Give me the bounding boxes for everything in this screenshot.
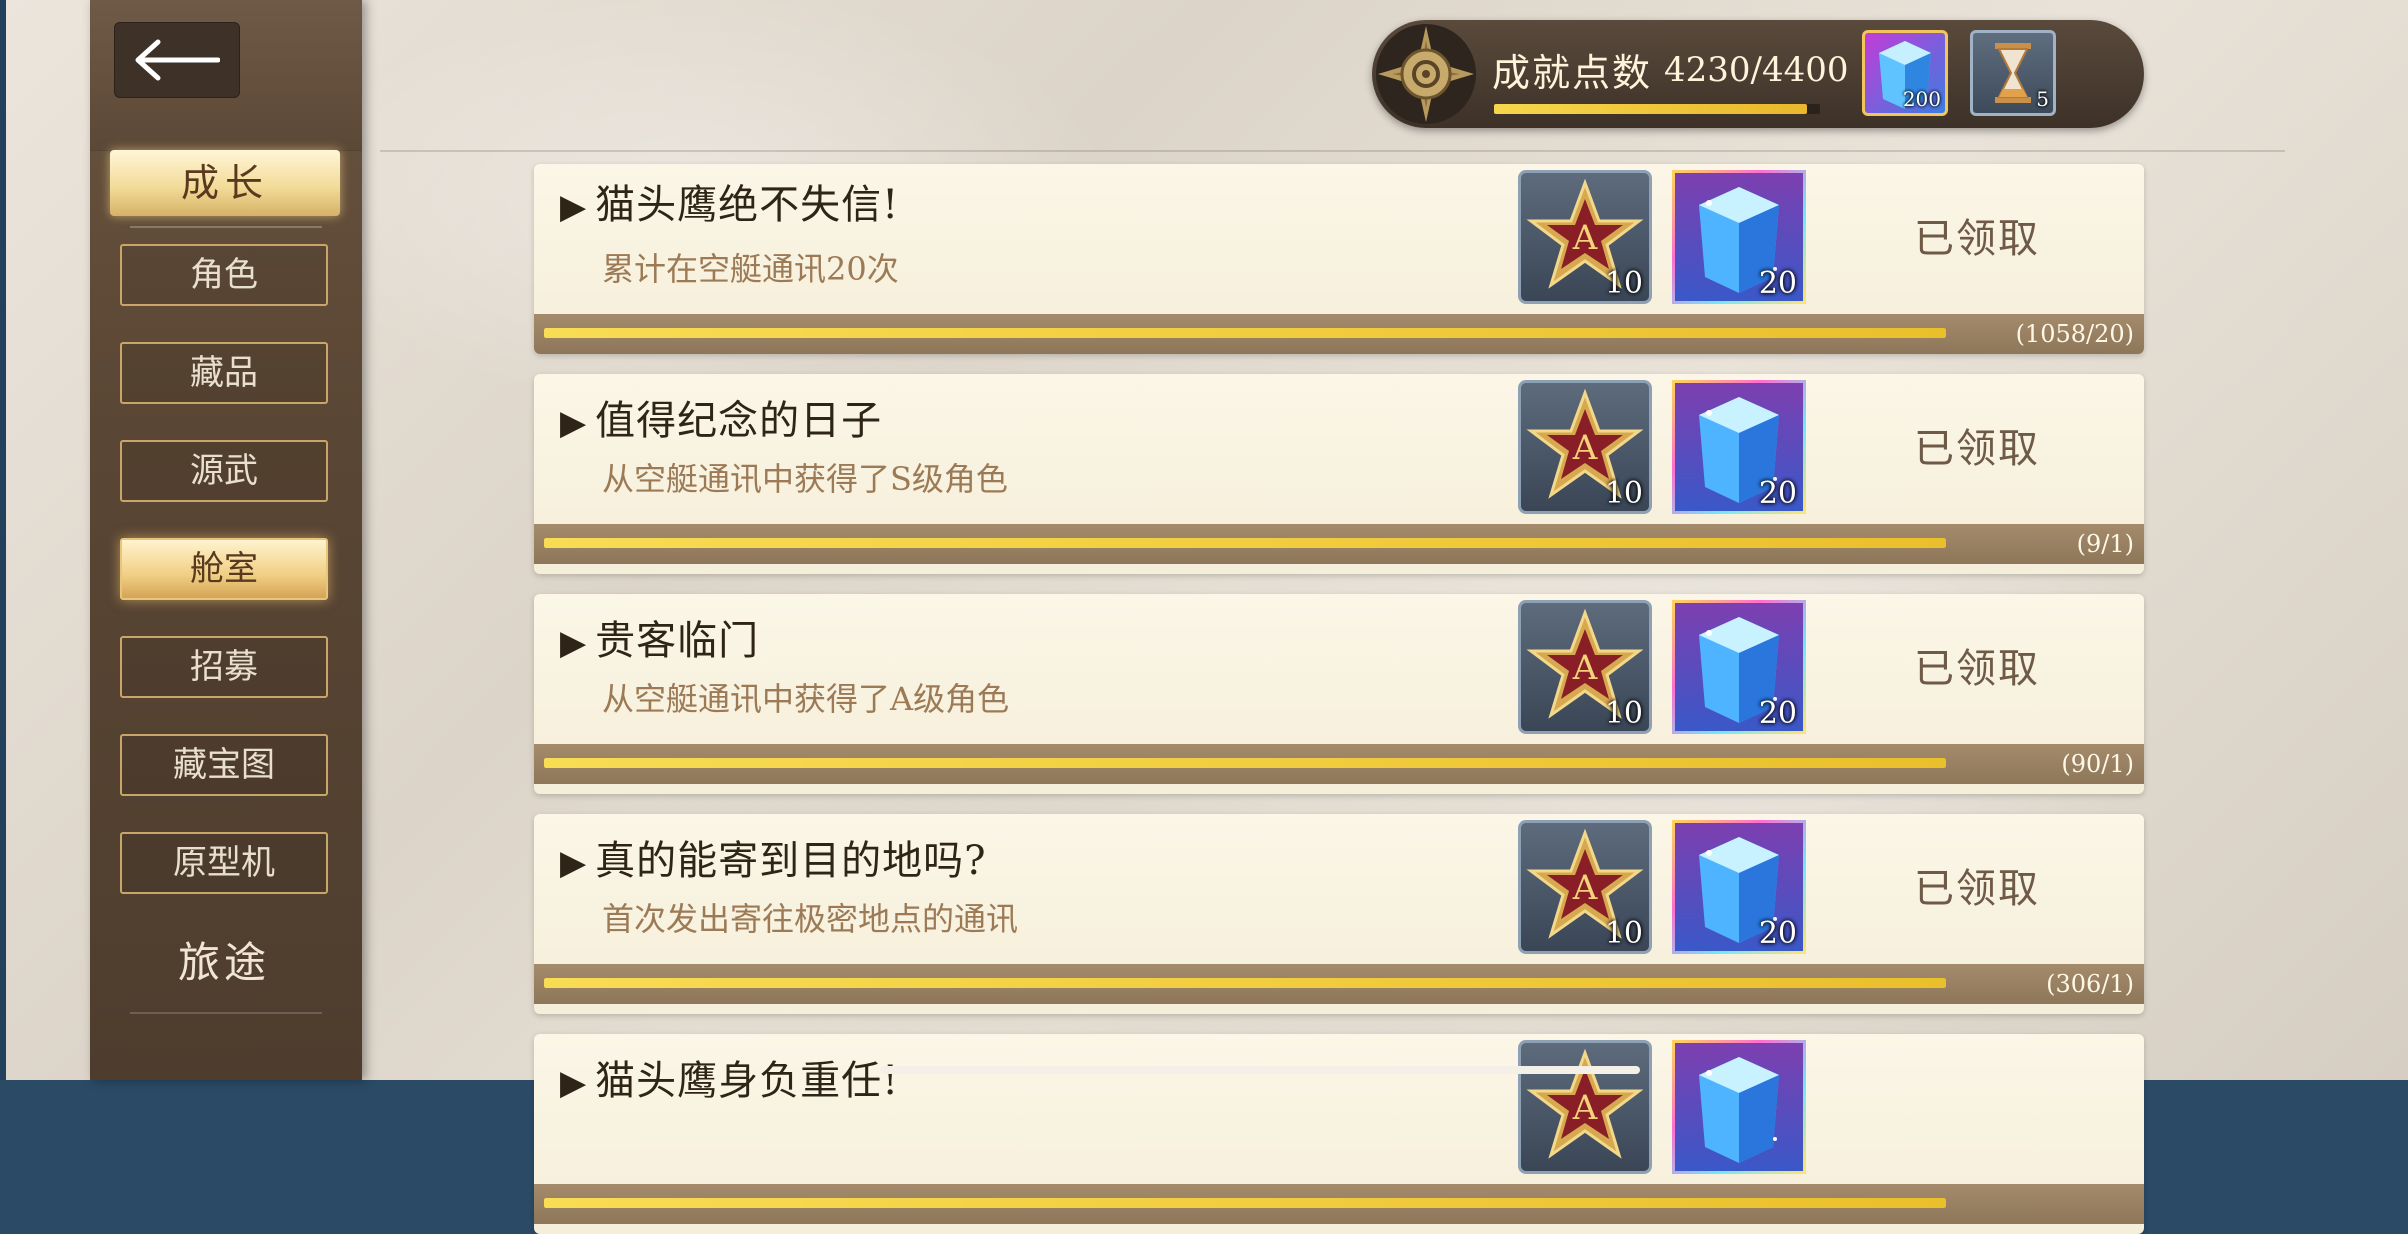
progress-text: (1058/20) [2015, 320, 2134, 348]
achievement-progress-bar: (1058/20) [534, 314, 2144, 354]
achievement-description: 从空艇通讯中获得了A级角色 [602, 680, 1010, 718]
progress-track [544, 978, 1946, 988]
hourglass-currency[interactable]: 5 [1970, 30, 2056, 116]
expand-triangle-icon: ▶ [560, 1063, 588, 1103]
sidebar-header [90, 0, 362, 151]
progress-text: (9/1) [2076, 530, 2134, 558]
progress-track [544, 758, 1946, 768]
achievement-title[interactable]: ▶ 真的能寄到目的地吗? [560, 828, 987, 886]
crystal-reward-amount: 20 [1758, 476, 1797, 511]
achievement-title-text: 值得纪念的日子 [595, 398, 883, 444]
achievement-title[interactable]: ▶ 贵客临门 [560, 608, 759, 666]
achievement-progress-bar: (90/1) [534, 744, 2144, 784]
claimed-status: 已领取 [1914, 426, 2040, 472]
a-rank-star-icon: A [1526, 1048, 1644, 1159]
achievement-progress-bar: (306/1) [534, 964, 2144, 1004]
progress-fill [544, 328, 1946, 338]
star-reward-amount: 10 [1604, 266, 1643, 301]
crystal-reward[interactable]: 20 [1672, 380, 1806, 514]
star-reward-amount: 10 [1604, 696, 1643, 731]
crystal-reward[interactable]: 20 [1672, 170, 1806, 304]
achievement-title-text: 真的能寄到目的地吗? [595, 838, 987, 884]
progress-text: (90/1) [2061, 750, 2134, 778]
points-progress-track [1494, 104, 1820, 114]
progress-fill [544, 538, 1946, 548]
hourglass-count: 5 [2036, 87, 2049, 111]
achievement-card: ▶ 猫头鹰绝不失信! 累计在空艇通讯20次 A 10 20 已领取 (1058/2… [534, 164, 2144, 354]
claimed-status: 已领取 [1914, 216, 2040, 262]
sidebar-item-treasure-map[interactable]: 藏宝图 [120, 734, 328, 796]
progress-fill [544, 1198, 1946, 1208]
achievement-title-text: 猫头鹰身负重任! [595, 1058, 900, 1104]
sidebar-item-recruit[interactable]: 招募 [120, 636, 328, 698]
achievement-card: ▶ 值得纪念的日子 从空艇通讯中获得了S级角色 A 10 20 已领取 (9/1) [534, 374, 2144, 574]
expand-triangle-icon: ▶ [560, 403, 588, 443]
expand-triangle-icon: ▶ [560, 623, 588, 663]
expand-triangle-icon: ▶ [560, 843, 588, 883]
achievement-title[interactable]: ▶ 猫头鹰身负重任! [560, 1048, 899, 1106]
achievement-progress-bar [534, 1184, 2144, 1224]
achievement-medal-icon [1374, 22, 1478, 126]
crystal-reward-amount: 20 [1758, 916, 1797, 951]
sidebar-item-collection[interactable]: 藏品 [120, 342, 328, 404]
achievement-title[interactable]: ▶ 值得纪念的日子 [560, 388, 882, 446]
svg-text:A: A [1572, 428, 1598, 468]
sidebar-item-prototype[interactable]: 原型机 [120, 832, 328, 894]
achievement-description: 从空艇通讯中获得了S级角色 [602, 460, 1008, 498]
star-reward-amount: 10 [1604, 476, 1643, 511]
expand-triangle-icon: ▶ [560, 187, 588, 227]
crystal-reward-amount: 20 [1758, 266, 1797, 301]
progress-track [544, 538, 1946, 548]
a-rank-star-reward[interactable]: A 10 [1518, 600, 1652, 734]
svg-text:A: A [1572, 868, 1598, 908]
a-rank-star-reward[interactable]: A [1518, 1040, 1652, 1174]
achievement-description: 首次发出寄往极密地点的通讯 [602, 900, 1019, 938]
scrollbar[interactable] [880, 1066, 1640, 1074]
sidebar-item-character[interactable]: 角色 [120, 244, 328, 306]
divider [130, 226, 322, 228]
divider [130, 1012, 322, 1014]
crystal-count: 200 [1902, 87, 1941, 111]
points-progress-fill [1494, 104, 1808, 114]
points-value: 4230/4400 [1664, 50, 1849, 90]
progress-track [544, 1198, 1946, 1208]
claimed-status: 已领取 [1914, 646, 2040, 692]
achievement-description: 累计在空艇通讯20次 [602, 250, 899, 288]
crystal-icon [1699, 1057, 1779, 1163]
claimed-status: 已领取 [1914, 866, 2040, 912]
category-title: 成长 [110, 150, 340, 216]
achievement-title[interactable]: ▶ 猫头鹰绝不失信! [560, 172, 899, 230]
crystal-reward-amount: 20 [1758, 696, 1797, 731]
achievement-points-bar: 成就点数 4230/4400 200 5 [1372, 20, 2144, 128]
a-rank-star-reward[interactable]: A 10 [1518, 820, 1652, 954]
points-label: 成就点数 [1492, 51, 1653, 95]
sidebar-item-weapon[interactable]: 源武 [120, 440, 328, 502]
progress-track [544, 328, 1946, 338]
progress-fill [544, 978, 1946, 988]
back-button[interactable] [114, 22, 240, 98]
achievement-title-text: 猫头鹰绝不失信! [595, 182, 900, 228]
a-rank-star-reward[interactable]: A 10 [1518, 170, 1652, 304]
achievement-card: ▶ 猫头鹰身负重任! A [534, 1034, 2144, 1234]
sidebar-item-journey[interactable]: 旅途 [120, 930, 328, 996]
header-divider [380, 150, 2285, 152]
achievement-progress-bar: (9/1) [534, 524, 2144, 564]
star-reward-amount: 10 [1604, 916, 1643, 951]
achievement-card: ▶ 贵客临门 从空艇通讯中获得了A级角色 A 10 20 已领取 (90/1) [534, 594, 2144, 794]
crystal-currency[interactable]: 200 [1862, 30, 1948, 116]
crystal-reward[interactable] [1672, 1040, 1806, 1174]
svg-text:A: A [1572, 648, 1598, 688]
crystal-reward[interactable]: 20 [1672, 600, 1806, 734]
screen-edge [0, 0, 6, 1080]
progress-fill [544, 758, 1946, 768]
achievement-title-text: 贵客临门 [595, 618, 760, 664]
achievement-card: ▶ 真的能寄到目的地吗? 首次发出寄往极密地点的通讯 A 10 20 已领取 (3… [534, 814, 2144, 1014]
svg-text:A: A [1572, 218, 1598, 258]
sidebar: 成长 角色 藏品 源武 舱室 招募 藏宝图 原型机 旅途 [90, 0, 362, 1080]
svg-text:A: A [1572, 1088, 1598, 1128]
crystal-reward[interactable]: 20 [1672, 820, 1806, 954]
progress-text: (306/1) [2046, 970, 2134, 998]
sidebar-item-cabin[interactable]: 舱室 [120, 538, 328, 600]
a-rank-star-reward[interactable]: A 10 [1518, 380, 1652, 514]
